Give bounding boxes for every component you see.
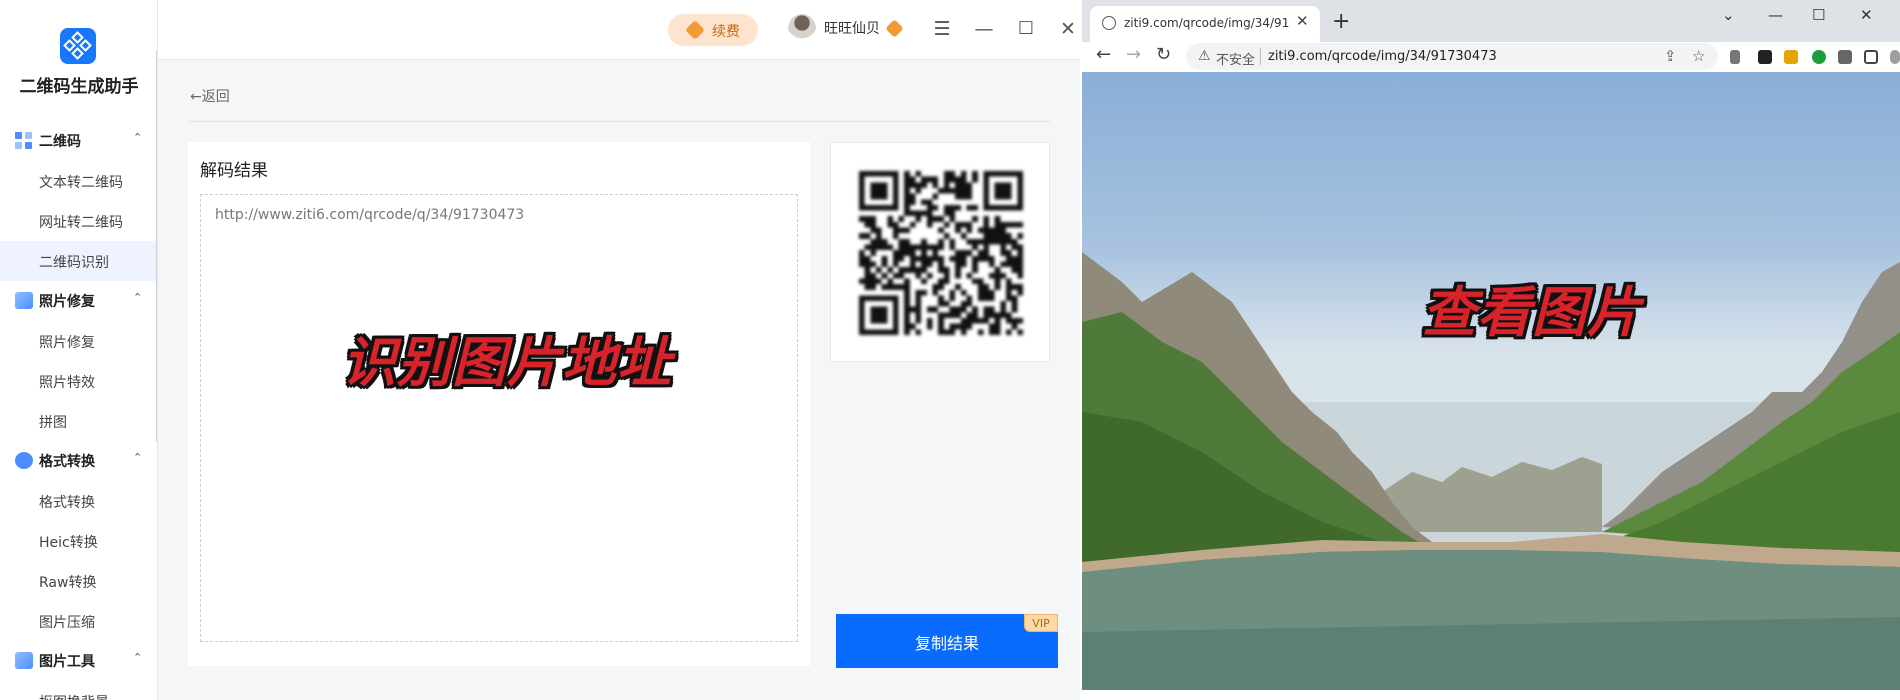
warning-icon[interactable]: ⚠: [1198, 48, 1211, 64]
sidebar-item-format-convert[interactable]: 格式转换: [0, 481, 156, 521]
close-icon[interactable]: ✕: [1860, 6, 1873, 24]
minimize-icon[interactable]: —: [1768, 6, 1783, 24]
app-logo-icon: [60, 28, 96, 64]
qrcode-preview: [830, 142, 1050, 362]
sidebar-item-label: 格式转换: [39, 495, 95, 511]
vip-diamond-icon: [885, 19, 904, 38]
result-text[interactable]: http://www.ziti6.com/qrcode/q/34/9173047…: [215, 207, 524, 223]
refresh-icon: [15, 452, 33, 469]
tab-title: ziti9.com/qrcode/img/34/9173: [1124, 16, 1289, 30]
browser-toolbar: ← → ↻ ⚠ 不安全 ziti9.com/qrcode/img/34/9173…: [1082, 42, 1900, 72]
browser-window: ziti9.com/qrcode/img/34/9173 ✕ + ⌄ — ☐ ✕…: [1082, 0, 1900, 700]
sidebar-item-label: 抠图换背景: [39, 692, 109, 700]
sidebar-group-photo-repair[interactable]: 照片修复 ⌃: [0, 283, 157, 317]
sidebar-item-label: 图片压缩: [39, 615, 95, 631]
globe-icon: [1102, 16, 1116, 30]
sidepanel-icon[interactable]: [1864, 50, 1878, 64]
sidebar-item-qrcode-recognize[interactable]: 二维码识别: [0, 241, 156, 281]
sidebar-item-collage[interactable]: 拼图: [0, 401, 156, 441]
sidebar-item-photo-repair[interactable]: 照片修复: [0, 321, 156, 361]
sidebar-item-photo-effects[interactable]: 照片特效: [0, 361, 156, 401]
reload-icon[interactable]: ↻: [1156, 44, 1171, 65]
renew-button[interactable]: 续费: [668, 14, 758, 46]
chevron-up-icon[interactable]: ⌃: [133, 291, 142, 304]
app-header: 续费 旺旺仙贝 ☰ — ☐ ✕: [158, 0, 1080, 60]
extension-icon[interactable]: [1758, 50, 1772, 64]
tab-strip: ziti9.com/qrcode/img/34/9173 ✕ + ⌄ — ☐ ✕: [1082, 0, 1900, 42]
qrcode-icon: [15, 132, 33, 149]
sidebar-item-label: 二维码识别: [39, 255, 109, 271]
browser-tab[interactable]: ziti9.com/qrcode/img/34/9173 ✕: [1090, 6, 1320, 42]
forward-arrow-icon[interactable]: →: [1126, 44, 1141, 65]
sidebar-group-image-tools[interactable]: 图片工具 ⌃: [0, 643, 157, 677]
sidebar-item-label: Heic转换: [39, 535, 98, 551]
app-title: 二维码生成助手: [19, 77, 139, 97]
chevron-up-icon[interactable]: ⌃: [133, 451, 142, 464]
divider: [1260, 48, 1261, 65]
address-bar[interactable]: ⚠ 不安全 ziti9.com/qrcode/img/34/91730473 ⇪…: [1186, 43, 1718, 70]
sidebar-group-label: 图片工具: [39, 654, 95, 670]
sidebar-item-label: 照片修复: [39, 335, 95, 351]
bookmark-star-icon[interactable]: ☆: [1692, 47, 1705, 65]
sidebar-scrollbar[interactable]: [156, 50, 157, 442]
sidebar-item-label: 网址转二维码: [39, 215, 123, 231]
puzzle-icon[interactable]: [1838, 50, 1852, 64]
sidebar: 二维码生成助手 二维码 ⌃ 文本转二维码 网址转二维码 二维码识别 照片修复 ⌃…: [0, 0, 158, 700]
url-text[interactable]: ziti9.com/qrcode/img/34/91730473: [1268, 49, 1497, 64]
screen: 二维码生成助手 二维码 ⌃ 文本转二维码 网址转二维码 二维码识别 照片修复 ⌃…: [0, 0, 1900, 700]
result-title: 解码结果: [200, 161, 268, 181]
tab-search-icon[interactable]: ⌄: [1722, 6, 1735, 24]
new-tab-icon[interactable]: +: [1332, 9, 1350, 34]
extension-icon[interactable]: [1784, 50, 1798, 64]
sidebar-item-image-compress[interactable]: 图片压缩: [0, 601, 156, 641]
sidebar-item-raw-convert[interactable]: Raw转换: [0, 561, 156, 601]
sidebar-item-cutout-background[interactable]: 抠图换背景: [0, 681, 156, 700]
sidebar-item-label: 文本转二维码: [39, 175, 123, 191]
vip-badge: VIP: [1024, 614, 1058, 632]
chevron-up-icon[interactable]: ⌃: [133, 651, 142, 664]
sidebar-item-label: 拼图: [39, 415, 67, 431]
share-icon[interactable]: ⇪: [1664, 47, 1677, 65]
avatar[interactable]: [788, 14, 816, 44]
sidebar-group-label: 照片修复: [39, 294, 95, 310]
qr-assistant-app: 二维码生成助手 二维码 ⌃ 文本转二维码 网址转二维码 二维码识别 照片修复 ⌃…: [0, 0, 1080, 700]
chevron-up-icon[interactable]: ⌃: [133, 131, 142, 144]
sidebar-group-label: 格式转换: [39, 454, 95, 470]
page-viewport: 查看图片: [1082, 72, 1900, 690]
sidebar-item-heic-convert[interactable]: Heic转换: [0, 521, 156, 561]
image-icon: [15, 652, 33, 669]
menu-icon[interactable]: ☰: [930, 17, 954, 41]
result-textarea[interactable]: http://www.ziti6.com/qrcode/q/34/9173047…: [200, 194, 798, 642]
copy-result-label: 复制结果: [914, 634, 979, 653]
username[interactable]: 旺旺仙贝: [824, 18, 880, 38]
minimize-icon[interactable]: —: [972, 17, 996, 41]
annotation-overlay-text: 查看图片: [1422, 281, 1642, 344]
tab-close-icon[interactable]: ✕: [1296, 12, 1309, 30]
sidebar-item-label: 照片特效: [39, 375, 95, 391]
cursor-extension-icon[interactable]: [1730, 50, 1740, 64]
back-link[interactable]: ←返回: [190, 86, 230, 106]
decode-result-panel: 解码结果 http://www.ziti6.com/qrcode/q/34/91…: [188, 142, 810, 666]
sidebar-item-text-to-qrcode[interactable]: 文本转二维码: [0, 161, 156, 201]
window-bottom-edge: [1082, 690, 1900, 700]
close-icon[interactable]: ✕: [1056, 17, 1080, 41]
shield-icon[interactable]: [1812, 50, 1826, 64]
renew-label: 续费: [712, 24, 740, 40]
sidebar-item-url-to-qrcode[interactable]: 网址转二维码: [0, 201, 156, 241]
maximize-icon[interactable]: ☐: [1812, 6, 1825, 24]
sidebar-group-qrcode[interactable]: 二维码 ⌃: [0, 123, 157, 157]
divider: [188, 121, 1050, 122]
profile-icon[interactable]: [1890, 50, 1900, 64]
image-icon: [15, 292, 33, 309]
diamond-icon: [685, 20, 705, 40]
qrcode-image: [859, 171, 1023, 335]
landscape-photo: [1082, 252, 1900, 690]
annotation-overlay-text: 识别图片地址: [342, 331, 672, 394]
sidebar-group-format-convert[interactable]: 格式转换 ⌃: [0, 443, 157, 477]
maximize-icon[interactable]: ☐: [1014, 17, 1038, 41]
insecure-label[interactable]: 不安全: [1216, 49, 1255, 68]
back-arrow-icon[interactable]: ←: [1096, 44, 1111, 65]
sidebar-group-label: 二维码: [39, 134, 81, 150]
sidebar-item-label: Raw转换: [39, 575, 97, 591]
